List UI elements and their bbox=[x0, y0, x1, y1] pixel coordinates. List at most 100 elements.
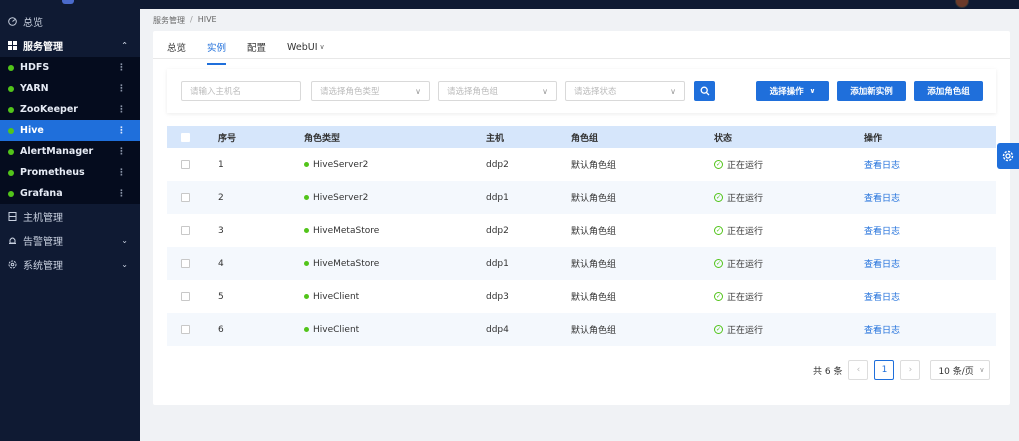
tab-label: 总览 bbox=[167, 43, 187, 54]
cell-role-group: 默认角色组 bbox=[571, 227, 617, 237]
sidebar-item-system-management[interactable]: 系统管理 ⌄ bbox=[0, 252, 140, 276]
prev-page-button[interactable]: ‹ bbox=[848, 360, 869, 380]
table-row: 6 HiveClient ddp4 默认角色组 ✓ 正在运行 查看日志 bbox=[167, 313, 996, 346]
table-row: 5 HiveClient ddp3 默认角色组 ✓ 正在运行 查看日志 bbox=[167, 280, 996, 313]
role-type-select[interactable]: 请选择角色类型 ∨ bbox=[311, 81, 430, 101]
breadcrumb-parent[interactable]: 服务管理 bbox=[153, 15, 185, 26]
next-page-button[interactable]: › bbox=[900, 360, 921, 380]
more-icon[interactable]: ⋮ bbox=[117, 126, 126, 136]
cell-role-group: 默认角色组 bbox=[571, 326, 617, 336]
page-size-select[interactable]: 10 条/页 ∨ bbox=[930, 360, 991, 380]
row-checkbox[interactable] bbox=[181, 226, 190, 235]
gear-icon bbox=[1002, 150, 1014, 162]
more-icon[interactable]: ⋮ bbox=[117, 84, 126, 94]
tab-label: 配置 bbox=[247, 43, 267, 54]
service-label: HDFS bbox=[20, 62, 50, 73]
placeholder: 请输入主机名 bbox=[190, 87, 242, 97]
dashboard-icon bbox=[8, 16, 17, 26]
more-icon[interactable]: ⋮ bbox=[117, 63, 126, 73]
sidebar-item-yarn[interactable]: YARN ⋮ bbox=[0, 78, 140, 99]
view-log-link[interactable]: 查看日志 bbox=[864, 227, 900, 237]
row-checkbox[interactable] bbox=[181, 193, 190, 202]
tab-label: 实例 bbox=[207, 43, 227, 54]
add-role-group-button[interactable]: 添加角色组 bbox=[914, 81, 983, 101]
sidebar-item-hdfs[interactable]: HDFS ⋮ bbox=[0, 57, 140, 78]
more-icon[interactable]: ⋮ bbox=[117, 147, 126, 157]
cell-status: 正在运行 bbox=[727, 260, 764, 270]
search-icon bbox=[700, 86, 709, 96]
view-log-link[interactable]: 查看日志 bbox=[864, 260, 900, 270]
cell-status: 正在运行 bbox=[727, 194, 764, 204]
cell-role-group: 默认角色组 bbox=[571, 293, 617, 303]
logo bbox=[62, 0, 74, 4]
sidebar-item-host-management[interactable]: 主机管理 bbox=[0, 204, 140, 228]
status-select[interactable]: 请选择状态 ∨ bbox=[565, 81, 685, 101]
divider bbox=[153, 58, 1010, 59]
settings-float-button[interactable] bbox=[997, 143, 1019, 169]
top-bar bbox=[0, 0, 1019, 9]
row-checkbox[interactable] bbox=[181, 325, 190, 334]
view-log-link[interactable]: 查看日志 bbox=[864, 293, 900, 303]
table-header: 序号 角色类型 主机 角色组 状态 操作 bbox=[167, 126, 996, 148]
page-button-current[interactable]: 1 bbox=[874, 360, 895, 380]
table-row: 1 HiveServer2 ddp2 默认角色组 ✓ 正在运行 查看日志 bbox=[167, 148, 996, 181]
header-op: 操作 bbox=[864, 133, 883, 144]
status-dot bbox=[304, 195, 309, 200]
view-log-link[interactable]: 查看日志 bbox=[864, 326, 900, 336]
chevron-down-icon: ∨ bbox=[809, 87, 816, 95]
chevron-down-icon: ⌄ bbox=[121, 235, 128, 245]
service-label: Prometheus bbox=[20, 167, 85, 178]
cell-host: ddp1 bbox=[486, 192, 509, 203]
select-all-checkbox[interactable] bbox=[181, 132, 190, 142]
sidebar-item-zookeeper[interactable]: ZooKeeper ⋮ bbox=[0, 99, 140, 120]
table-row: 4 HiveMetaStore ddp1 默认角色组 ✓ 正在运行 查看日志 bbox=[167, 247, 996, 280]
grid-icon bbox=[8, 40, 17, 50]
cell-status: 正在运行 bbox=[727, 326, 764, 336]
sidebar-item-grafana[interactable]: Grafana ⋮ bbox=[0, 183, 140, 204]
cell-status: 正在运行 bbox=[727, 293, 764, 303]
chevron-down-icon: ∨ bbox=[542, 86, 548, 96]
host-search-input[interactable]: 请输入主机名 bbox=[181, 81, 301, 101]
search-button[interactable] bbox=[694, 81, 715, 101]
cell-role-group: 默认角色组 bbox=[571, 260, 617, 270]
sidebar-item-overview[interactable]: 总览 bbox=[0, 9, 140, 33]
table-row: 3 HiveMetaStore ddp2 默认角色组 ✓ 正在运行 查看日志 bbox=[167, 214, 996, 247]
view-log-link[interactable]: 查看日志 bbox=[864, 194, 900, 204]
add-instance-button[interactable]: 添加新实例 bbox=[837, 81, 906, 101]
chevron-down-icon: ⌄ bbox=[121, 259, 128, 269]
row-checkbox[interactable] bbox=[181, 292, 190, 301]
status-dot bbox=[304, 294, 309, 299]
role-group-select[interactable]: 请选择角色组 ∨ bbox=[438, 81, 557, 101]
cell-role-group: 默认角色组 bbox=[571, 161, 617, 171]
row-checkbox[interactable] bbox=[181, 160, 190, 169]
more-icon[interactable]: ⋮ bbox=[117, 189, 126, 199]
chevron-left-icon: ‹ bbox=[856, 365, 861, 375]
cell-no: 3 bbox=[218, 225, 224, 236]
check-circle-icon: ✓ bbox=[714, 292, 723, 301]
gear-icon bbox=[8, 260, 17, 269]
sidebar-item-label: 总览 bbox=[23, 17, 43, 29]
sidebar-item-alertmanager[interactable]: AlertManager ⋮ bbox=[0, 141, 140, 162]
instances-table: 序号 角色类型 主机 角色组 状态 操作 1 HiveServer2 ddp2 … bbox=[167, 126, 996, 346]
sidebar-item-alert-management[interactable]: 告警管理 ⌄ bbox=[0, 228, 140, 252]
cell-status: 正在运行 bbox=[727, 161, 764, 171]
chevron-down-icon: ∨ bbox=[979, 366, 985, 374]
main-card: 总览 实例 配置 WebUI ∨ 请输入主机名 请选择角色类型 ∨ 请选择角色组 … bbox=[153, 31, 1010, 405]
sidebar-item-prometheus[interactable]: Prometheus ⋮ bbox=[0, 162, 140, 183]
sidebar-item-hive[interactable]: Hive ⋮ bbox=[0, 120, 140, 141]
chevron-down-icon: ∨ bbox=[415, 86, 421, 96]
cell-host: ddp3 bbox=[486, 291, 509, 302]
view-log-link[interactable]: 查看日志 bbox=[864, 161, 900, 171]
select-operation-button[interactable]: 选择操作 ∨ bbox=[756, 81, 829, 101]
row-checkbox[interactable] bbox=[181, 259, 190, 268]
more-icon[interactable]: ⋮ bbox=[117, 168, 126, 178]
sidebar-item-service-management[interactable]: 服务管理 ⌃ bbox=[0, 33, 140, 57]
sidebar-item-label: 系统管理 bbox=[23, 260, 63, 272]
cell-status: 正在运行 bbox=[727, 227, 764, 237]
filter-bar: 请输入主机名 请选择角色类型 ∨ 请选择角色组 ∨ 请选择状态 ∨ 选择操作 ∨… bbox=[167, 69, 996, 113]
check-circle-icon: ✓ bbox=[714, 193, 723, 202]
tab-label: WebUI bbox=[287, 41, 318, 53]
avatar[interactable] bbox=[955, 0, 969, 8]
cell-no: 2 bbox=[218, 192, 224, 203]
more-icon[interactable]: ⋮ bbox=[117, 105, 126, 115]
